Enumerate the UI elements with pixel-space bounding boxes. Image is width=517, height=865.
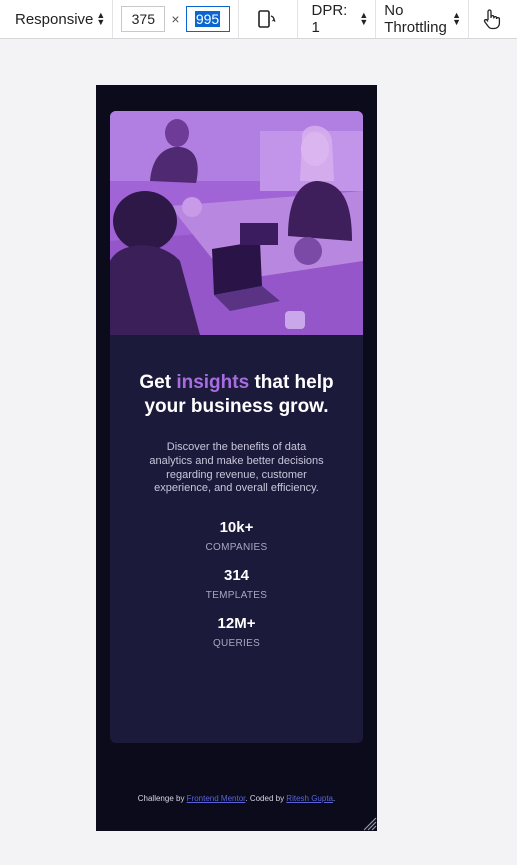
frontend-mentor-link[interactable]: Frontend Mentor — [187, 794, 246, 803]
sort-arrows-icon: ▲ ▼ — [359, 10, 369, 27]
touch-icon — [483, 9, 501, 30]
stat-companies: 10k+ COMPANIES — [110, 518, 363, 554]
device-viewport: Get insights that help your business gro… — [96, 85, 377, 831]
responsive-toolbar: Responsive ▲ ▼ 375 × 995 DPR: 1 ▲ ▼ No Thr… — [0, 0, 517, 39]
stat-value: 314 — [223, 567, 250, 585]
footer-prefix: Challenge by — [137, 794, 187, 803]
dpr-select[interactable]: DPR: 1 ▲ ▼ — [298, 0, 377, 38]
stat-label: COMPANIES — [205, 542, 268, 554]
stat-value: 10k+ — [219, 519, 254, 537]
card-content: Get insights that help your business gro… — [110, 335, 363, 650]
device-select-label: Responsive — [15, 10, 94, 28]
footer-suffix: . — [333, 794, 336, 803]
attribution-footer: Challenge by Frontend Mentor. Coded by R… — [96, 794, 377, 803]
width-input[interactable]: 375 — [121, 6, 166, 32]
image-office-photo — [110, 111, 363, 335]
title-prefix: Get — [139, 372, 177, 393]
stat-queries: 12M+ QUERIES — [110, 614, 363, 650]
throttling-select[interactable]: No Throttling ▲ ▼ — [376, 0, 468, 38]
card-title: Get insights that help your business gro… — [110, 371, 363, 419]
footer-middle: . Coded by — [245, 794, 287, 803]
sort-arrows-icon: ▲ ▼ — [452, 10, 461, 27]
device-select[interactable]: Responsive ▲ ▼ — [0, 0, 114, 38]
width-value: 375 — [131, 11, 155, 27]
rotate-device-icon — [257, 10, 276, 28]
stats-card: Get insights that help your business gro… — [110, 111, 363, 743]
height-input[interactable]: 995 — [185, 6, 230, 32]
height-value: 995 — [194, 11, 221, 27]
title-accent: insights — [176, 372, 250, 393]
dimensions-group: 375 × 995 — [113, 0, 239, 38]
throttling-label: No Throttling — [384, 2, 447, 36]
stat-label: TEMPLATES — [205, 590, 268, 602]
resize-grip-icon[interactable] — [361, 815, 377, 831]
rotate-button[interactable] — [239, 0, 298, 38]
author-link[interactable]: Ritesh Gupta — [286, 794, 333, 803]
stat-label: QUERIES — [212, 638, 261, 650]
card-description: Discover the benefits of data analytics … — [149, 441, 324, 495]
stat-templates: 314 TEMPLATES — [110, 566, 363, 602]
dimension-separator: × — [171, 11, 180, 27]
stat-value: 12M+ — [217, 615, 256, 633]
sort-arrows-icon: ▲ ▼ — [96, 10, 106, 27]
touch-simulation-button[interactable] — [468, 0, 517, 38]
dpr-label: DPR: 1 — [311, 2, 348, 36]
